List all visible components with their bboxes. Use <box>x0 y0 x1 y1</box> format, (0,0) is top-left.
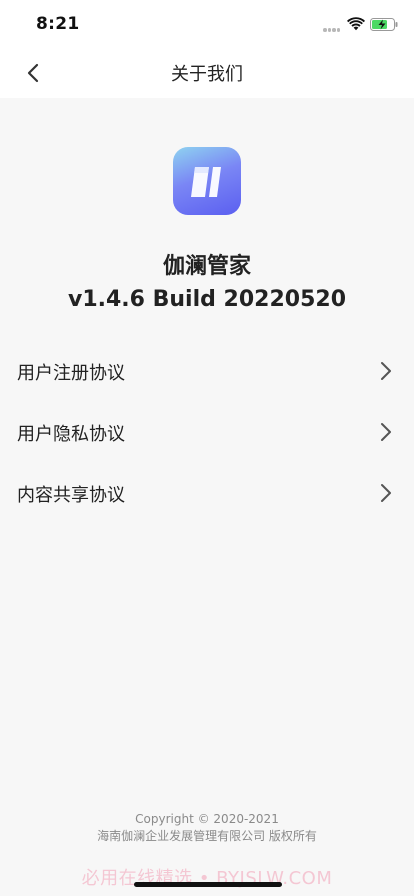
copyright-text: Copyright © 2020-2021 <box>135 812 279 826</box>
wifi-icon <box>347 17 365 31</box>
menu-item-label: 内容共享协议 <box>17 485 125 506</box>
chevron-right-icon <box>381 484 391 502</box>
app-name: 伽澜管家 <box>162 254 251 279</box>
menu-item-content-sharing-agreement[interactable]: 内容共享协议 <box>0 462 414 523</box>
menu-item-label: 用户隐私协议 <box>17 424 125 445</box>
menu-item-registration-agreement[interactable]: 用户注册协议 <box>0 340 414 401</box>
battery-charging-icon <box>370 18 398 31</box>
about-us-screen: 8:21 关于我们 伽澜管家 v1.4.6 Build 20220520 用户注… <box>0 0 414 896</box>
status-time: 8:21 <box>36 14 80 34</box>
home-indicator[interactable] <box>134 882 282 887</box>
menu-item-label: 用户注册协议 <box>17 363 125 384</box>
status-bar: 8:21 <box>0 0 414 48</box>
chevron-right-icon <box>381 362 391 380</box>
chevron-right-icon <box>381 423 391 441</box>
navigation-bar: 关于我们 <box>0 48 414 98</box>
company-text: 海南伽澜企业发展管理有限公司 版权所有 <box>97 829 317 843</box>
menu-item-privacy-agreement[interactable]: 用户隐私协议 <box>0 401 414 462</box>
agreement-list: 用户注册协议 用户隐私协议 内容共享协议 <box>0 340 414 523</box>
app-logo-icon <box>173 147 241 215</box>
cellular-signal-icon <box>323 28 343 32</box>
page-title: 关于我们 <box>171 64 243 85</box>
app-version: v1.4.6 Build 20220520 <box>67 287 347 312</box>
